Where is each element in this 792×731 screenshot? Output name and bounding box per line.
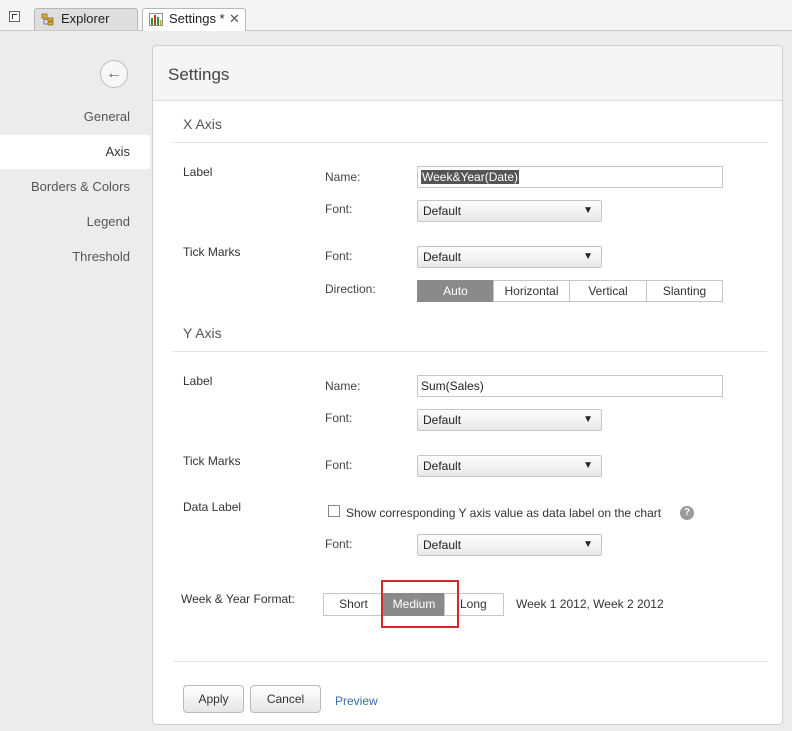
- format-short-button[interactable]: Short: [323, 593, 384, 616]
- x-font-label: Font:: [325, 202, 353, 216]
- highlight-box: [381, 580, 459, 628]
- x-label-font-value: Default: [423, 204, 462, 218]
- x-axis-title: X Axis: [183, 116, 222, 132]
- sidebar-item-general[interactable]: General: [0, 100, 150, 134]
- close-icon[interactable]: ✕: [229, 9, 240, 29]
- settings-panel: Settings X Axis Label Name: Week&Year(Da…: [152, 45, 783, 725]
- sidebar: ← General Axis Borders & Colors Legend T…: [0, 31, 150, 731]
- y-label-font-select[interactable]: Default ▼: [417, 409, 602, 431]
- y-axis-name-value: Sum(Sales): [421, 379, 484, 393]
- sidebar-item-threshold[interactable]: Threshold: [0, 240, 150, 274]
- data-label-checkbox[interactable]: [328, 505, 340, 517]
- x-axis-name-input[interactable]: Week&Year(Date): [417, 166, 723, 188]
- x-label-row-label: Label: [183, 165, 213, 179]
- chevron-down-icon: ▼: [583, 205, 593, 216]
- format-example-text: Week 1 2012, Week 2 2012: [516, 597, 664, 611]
- footer-divider: [173, 661, 767, 662]
- data-label-row-label: Data Label: [183, 500, 242, 514]
- tab-settings-label: Settings *: [169, 11, 225, 26]
- y-axis-divider: [173, 351, 767, 352]
- direction-slanting-button[interactable]: Slanting: [646, 280, 723, 302]
- tab-explorer-label: Explorer: [61, 11, 110, 26]
- preview-link[interactable]: Preview: [335, 694, 378, 708]
- tab-explorer[interactable]: Explorer: [34, 8, 138, 30]
- tab-strip: Explorer Settings * ✕: [0, 0, 792, 31]
- direction-label: Direction:: [325, 282, 376, 296]
- y-tick-font-select[interactable]: Default ▼: [417, 455, 602, 477]
- x-name-label: Name:: [325, 170, 361, 184]
- y-tick-font-value: Default: [423, 459, 462, 473]
- back-arrow-icon[interactable]: ←: [100, 60, 128, 88]
- x-tick-font-select[interactable]: Default ▼: [417, 246, 602, 268]
- y-tick-font-label: Font:: [325, 458, 353, 472]
- y-axis-name-input[interactable]: Sum(Sales): [417, 375, 723, 397]
- sidebar-item-axis[interactable]: Axis: [0, 135, 150, 169]
- direction-horizontal-button[interactable]: Horizontal: [493, 280, 570, 302]
- direction-vertical-button[interactable]: Vertical: [569, 280, 647, 302]
- data-font-label: Font:: [325, 537, 353, 551]
- y-axis-title: Y Axis: [183, 325, 222, 341]
- y-name-label: Name:: [325, 379, 361, 393]
- x-tick-row-label: Tick Marks: [183, 245, 241, 259]
- y-tick-row-label: Tick Marks: [183, 454, 241, 468]
- data-label-font-select[interactable]: Default ▼: [417, 534, 602, 556]
- panel-header: Settings: [153, 46, 782, 101]
- cancel-button[interactable]: Cancel: [250, 685, 321, 713]
- chevron-down-icon: ▼: [583, 251, 593, 262]
- y-font-label: Font:: [325, 411, 353, 425]
- data-label-font-value: Default: [423, 538, 462, 552]
- sidebar-item-legend[interactable]: Legend: [0, 205, 150, 239]
- direction-auto-button[interactable]: Auto: [417, 280, 494, 302]
- x-axis-divider: [173, 142, 767, 143]
- y-label-row-label: Label: [183, 374, 213, 388]
- help-icon[interactable]: ?: [680, 506, 694, 520]
- page-title: Settings: [168, 65, 230, 84]
- tree-icon: [41, 13, 54, 26]
- week-year-format-label: Week & Year Format:: [181, 592, 295, 606]
- tab-settings[interactable]: Settings * ✕: [142, 8, 246, 31]
- apply-button[interactable]: Apply: [183, 685, 244, 713]
- y-label-font-value: Default: [423, 413, 462, 427]
- x-label-font-select[interactable]: Default ▼: [417, 200, 602, 222]
- chevron-down-icon: ▼: [583, 414, 593, 425]
- sidebar-item-borders-colors[interactable]: Borders & Colors: [0, 170, 150, 204]
- data-label-checkbox-label[interactable]: Show corresponding Y axis value as data …: [346, 506, 661, 520]
- x-axis-name-value: Week&Year(Date): [421, 170, 520, 184]
- x-tick-font-value: Default: [423, 250, 462, 264]
- x-tick-font-label: Font:: [325, 249, 353, 263]
- bar-chart-icon: [149, 13, 163, 26]
- chevron-down-icon: ▼: [583, 460, 593, 471]
- chevron-down-icon: ▼: [583, 539, 593, 550]
- restore-view-icon[interactable]: [9, 11, 20, 22]
